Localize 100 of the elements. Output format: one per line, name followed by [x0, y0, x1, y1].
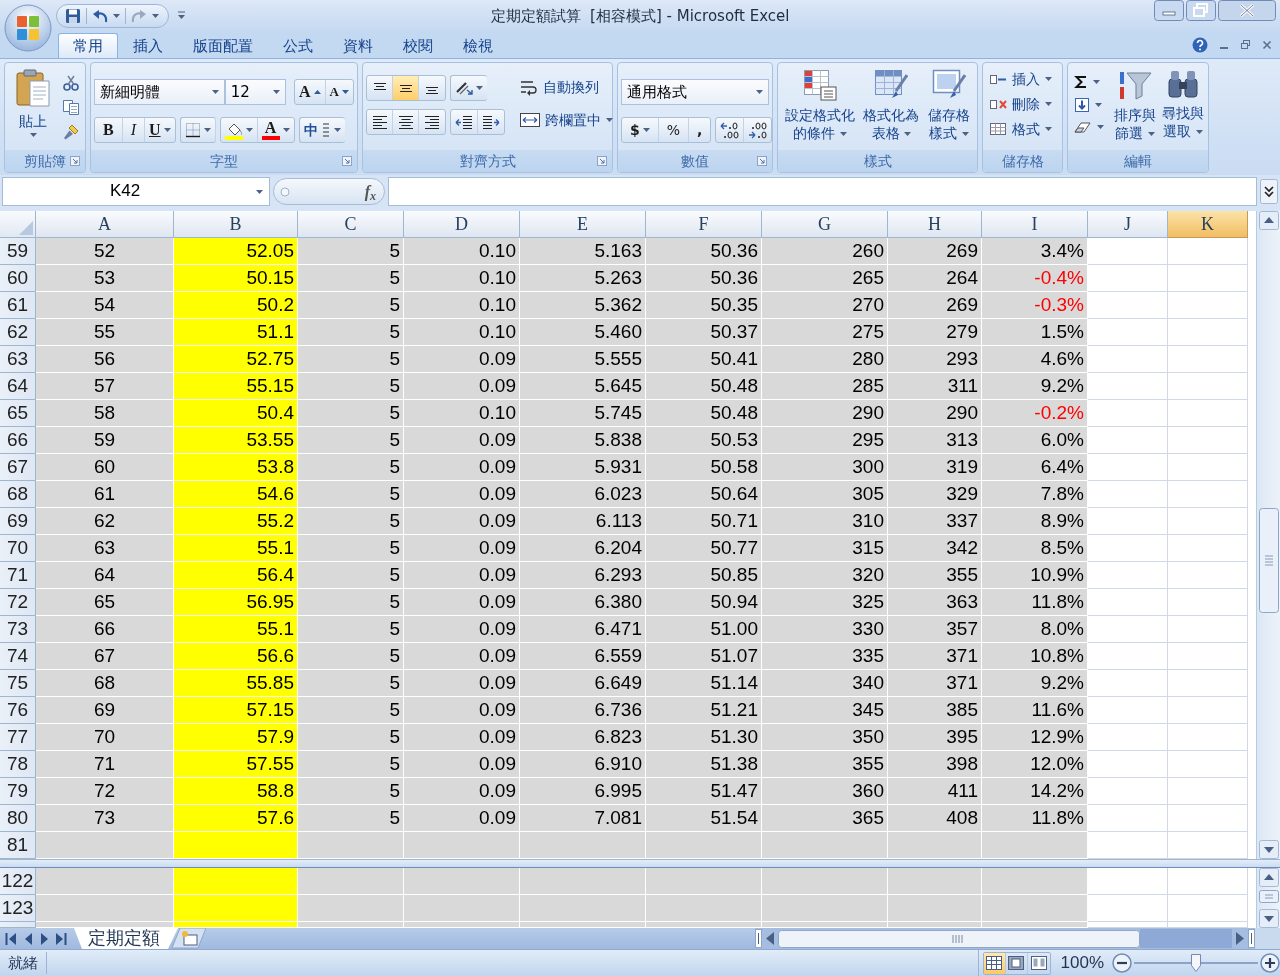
arrow-down-icon[interactable] [1258, 909, 1279, 928]
row-header[interactable]: 66 [0, 427, 36, 454]
row-header[interactable]: 81 [0, 832, 36, 859]
ribbon-tab[interactable]: 版面配置 [178, 33, 268, 58]
row-header[interactable]: 65 [0, 400, 36, 427]
underline-button[interactable]: U [145, 118, 175, 142]
ribbon-tab[interactable]: 插入 [118, 33, 178, 58]
scrollbar-thumb[interactable] [1258, 508, 1279, 613]
row-header[interactable]: 78 [0, 751, 36, 778]
row-header[interactable]: 73 [0, 616, 36, 643]
cell-styles-button[interactable]: 儲存格樣式 [924, 67, 973, 150]
sort-filter-button[interactable]: 排序與篩選 [1111, 67, 1159, 150]
row-header[interactable]: 69 [0, 508, 36, 535]
format-as-table-button[interactable]: 格式化為表格 [860, 67, 923, 150]
font-color-button[interactable]: A [257, 118, 294, 142]
grow-font-button[interactable]: A [295, 80, 326, 104]
row-header[interactable]: 60 [0, 265, 36, 292]
row-header[interactable]: 74 [0, 643, 36, 670]
column-header[interactable]: G [762, 211, 888, 238]
copy-icon[interactable] [62, 99, 80, 116]
column-header[interactable]: F [646, 211, 762, 238]
bold-button[interactable]: B [95, 118, 123, 142]
shrink-font-button[interactable]: A [325, 80, 353, 104]
row-header[interactable]: 71 [0, 562, 36, 589]
column-header[interactable]: B [174, 211, 298, 238]
scissors-icon[interactable] [63, 75, 79, 91]
insert-function-button[interactable]: f$_{x}$ [364, 181, 376, 202]
skip-left-icon[interactable] [5, 931, 17, 946]
font-dropdown[interactable]: 新細明體 [94, 79, 225, 105]
merge-center-button[interactable]: 跨欄置中 [517, 112, 616, 129]
clear-button[interactable] [1071, 121, 1107, 133]
column-header[interactable]: K [1168, 211, 1248, 238]
row-header[interactable]: 79 [0, 778, 36, 805]
name-box[interactable]: K42 [2, 177, 270, 206]
number-format-dropdown[interactable]: 通用格式 [621, 79, 769, 105]
page-layout-view-button[interactable] [1005, 952, 1028, 974]
column-header[interactable]: C [298, 211, 404, 238]
restore-button[interactable] [1186, 0, 1216, 21]
row-header[interactable]: 122 [0, 868, 36, 895]
delete-cells-button[interactable]: 刪除 [986, 95, 1059, 113]
arrow-up-icon[interactable] [1258, 868, 1279, 887]
dialog-launcher-icon[interactable] [342, 156, 352, 166]
formula-input[interactable] [388, 177, 1257, 206]
undo-icon[interactable] [92, 8, 108, 23]
restore-icon[interactable] [1240, 39, 1251, 50]
paste-button[interactable]: 貼上 [8, 67, 58, 150]
insert-cells-button[interactable]: 插入 [986, 71, 1059, 88]
help-icon[interactable] [1192, 36, 1208, 53]
row-header[interactable]: 72 [0, 589, 36, 616]
format-cells-button[interactable]: 格式 [986, 120, 1059, 138]
ribbon-tab[interactable]: 常用 [58, 33, 118, 58]
row-header[interactable]: 59 [0, 238, 36, 265]
row-header[interactable]: 77 [0, 724, 36, 751]
scrollbar-thumb[interactable] [778, 929, 1140, 948]
split-handle-icon[interactable] [1248, 929, 1255, 948]
scrollbar-thumb[interactable] [1258, 890, 1279, 903]
zoom-slider[interactable] [1134, 953, 1258, 973]
row-header[interactable]: 63 [0, 346, 36, 373]
row-header[interactable]: 75 [0, 670, 36, 697]
split-handle-icon[interactable] [755, 929, 762, 948]
column-header[interactable]: I [982, 211, 1088, 238]
dropdown-arrow-icon[interactable] [177, 11, 186, 20]
ribbon-tab[interactable]: 公式 [268, 33, 328, 58]
borders-button[interactable] [179, 117, 216, 143]
close-button[interactable] [1218, 0, 1276, 21]
zoom-out-icon[interactable] [1112, 953, 1132, 973]
row-header[interactable]: 68 [0, 481, 36, 508]
orientation-button[interactable] [450, 75, 487, 101]
brush-icon[interactable] [63, 124, 79, 140]
row-header[interactable]: 76 [0, 697, 36, 724]
find-select-button[interactable]: 尋找與選取 [1159, 67, 1207, 150]
arrow-right-icon[interactable] [39, 931, 49, 946]
arrow-down-icon[interactable] [1258, 840, 1279, 859]
close-icon[interactable] [1262, 39, 1272, 50]
double-chevron-icon[interactable] [1260, 179, 1278, 204]
conditional-formatting-button[interactable]: 設定格式化的條件 [782, 67, 859, 150]
sheet-tab[interactable]: 定期定額 [74, 928, 178, 949]
normal-view-button[interactable] [983, 952, 1006, 974]
font-size-dropdown[interactable]: 12 [224, 79, 287, 105]
row-header[interactable]: 64 [0, 373, 36, 400]
pane-splitter[interactable] [0, 859, 1280, 868]
row-header[interactable]: 80 [0, 805, 36, 832]
new-sheet-icon[interactable] [172, 928, 206, 949]
italic-button[interactable]: I [122, 118, 145, 142]
skip-right-icon[interactable] [55, 931, 67, 946]
wrap-text-button[interactable]: 自動換列 [517, 79, 616, 96]
align-middle-button[interactable] [393, 76, 419, 100]
zoom-in-icon[interactable] [1260, 953, 1280, 973]
phonetic-button[interactable]: 中 [298, 117, 345, 143]
row-header[interactable]: 67 [0, 454, 36, 481]
row-header[interactable]: 123 [0, 895, 36, 922]
dialog-launcher-icon[interactable] [70, 156, 80, 166]
arrow-up-icon[interactable] [1258, 211, 1279, 230]
column-header[interactable]: D [404, 211, 520, 238]
column-header[interactable]: A [36, 211, 174, 238]
row-header[interactable]: 61 [0, 292, 36, 319]
dialog-launcher-icon[interactable] [757, 156, 767, 166]
row-header[interactable]: 62 [0, 319, 36, 346]
column-header[interactable]: H [888, 211, 982, 238]
minimize-button[interactable] [1154, 0, 1184, 21]
